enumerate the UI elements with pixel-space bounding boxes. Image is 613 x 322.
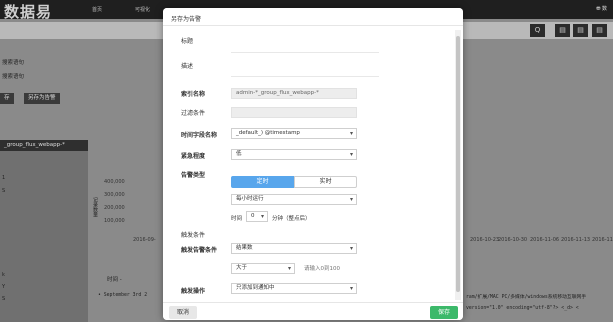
y-axis-label: 记录数量 xyxy=(92,197,98,217)
alert-type-realtime-tab[interactable]: 实时 xyxy=(294,176,357,188)
field-item[interactable]: S xyxy=(2,296,5,302)
time-prefix-label: 时间 xyxy=(231,216,243,222)
save-button[interactable]: 存 xyxy=(0,93,14,104)
title-input[interactable] xyxy=(231,52,379,53)
log-column-header[interactable]: 时间 - xyxy=(107,275,122,283)
dialog-title: 另存为告警 xyxy=(171,16,202,23)
y-tick: 200,000 xyxy=(104,205,125,211)
user-menu[interactable]: ⛃ 数 xyxy=(596,5,607,12)
x-tick: 2016-11 xyxy=(592,237,613,243)
index-name-field: admin-*_group_flux_webapp-* xyxy=(231,88,357,99)
search-icon[interactable]: Q xyxy=(530,24,545,37)
filter-field xyxy=(231,107,357,118)
nav-item-home[interactable]: 首页 xyxy=(92,6,102,13)
more-icon[interactable]: ▤ xyxy=(592,24,607,37)
save-as-alert-button[interactable]: 另存为告警 xyxy=(24,93,60,104)
action-select[interactable]: 只添加到通知中 xyxy=(231,283,357,294)
log-line: version="1.0" encoding="utf-8"?> <_d> < xyxy=(466,306,579,311)
log-line: • September 3rd 2 xyxy=(98,293,148,298)
field-item[interactable]: S xyxy=(2,188,5,194)
action-label: 触发操作 xyxy=(181,288,206,295)
field-panel-header: _group_flux_webapp-* xyxy=(0,140,88,151)
save-button[interactable]: 保存 xyxy=(430,306,458,319)
dialog-header xyxy=(163,8,463,26)
x-tick: 2016-11-13 xyxy=(561,237,591,243)
urgency-select[interactable]: 低 xyxy=(231,149,357,160)
y-tick: 100,000 xyxy=(104,218,125,224)
cancel-button[interactable]: 取消 xyxy=(169,306,197,319)
threshold-input[interactable] xyxy=(300,263,357,274)
x-tick: 2016-11-06 xyxy=(530,237,560,243)
comparator-select[interactable]: 大于 xyxy=(231,263,295,274)
export-icon[interactable]: ▤ xyxy=(573,24,588,37)
field-item[interactable]: k xyxy=(2,272,5,278)
dialog-scrollbar-thumb[interactable] xyxy=(456,36,460,292)
minute-select[interactable]: 0 xyxy=(246,211,268,222)
log-line: ram/扩展/MAC PC/多媒体/windows系统移动互联网手 xyxy=(466,295,587,300)
save-as-alert-dialog: 另存为告警 标题 描述 索引名称 admin-*_group_flux_weba… xyxy=(163,8,463,320)
index-name-label: 索引名称 xyxy=(181,91,206,98)
field-item[interactable]: 1 xyxy=(2,175,5,181)
filter-label: 过滤条件 xyxy=(181,110,206,117)
trigger-condition-select[interactable]: 结果数 xyxy=(231,243,357,254)
nav-item-visualize[interactable]: 可视化 xyxy=(135,6,150,13)
field-panel xyxy=(0,140,88,322)
x-tick: 2016-10-30 xyxy=(498,237,528,243)
save-icon[interactable]: ▤ xyxy=(555,24,570,37)
time-field-select[interactable]: _default_) @timestamp xyxy=(231,128,357,139)
saved-search-text: 搜索语句 xyxy=(2,74,25,80)
x-tick: 2016-10-23 xyxy=(470,237,500,243)
y-tick: 300,000 xyxy=(104,192,125,198)
app-logo: 数据易 xyxy=(4,3,53,21)
x-tick: 2016-09- xyxy=(133,237,156,243)
saved-search-text: 搜索语句 xyxy=(2,60,25,66)
y-tick: 400,000 xyxy=(104,179,125,185)
frequency-select[interactable]: 每小时运行 xyxy=(231,194,357,205)
urgency-label: 紧急程度 xyxy=(181,153,206,160)
time-suffix-label: 分钟（整点后） xyxy=(272,216,311,222)
description-input[interactable] xyxy=(231,76,379,77)
trigger-alert-label: 触发告警条件 xyxy=(181,247,218,254)
description-label: 描述 xyxy=(181,63,194,70)
dialog-footer xyxy=(163,302,463,320)
field-item[interactable]: Y xyxy=(2,284,5,290)
alert-type-label: 告警类型 xyxy=(181,172,206,179)
time-field-label: 时间字段名称 xyxy=(181,132,218,139)
title-label: 标题 xyxy=(181,38,194,45)
alert-type-scheduled-tab[interactable]: 定时 xyxy=(231,176,294,188)
trigger-label: 触发条件 xyxy=(181,232,206,239)
